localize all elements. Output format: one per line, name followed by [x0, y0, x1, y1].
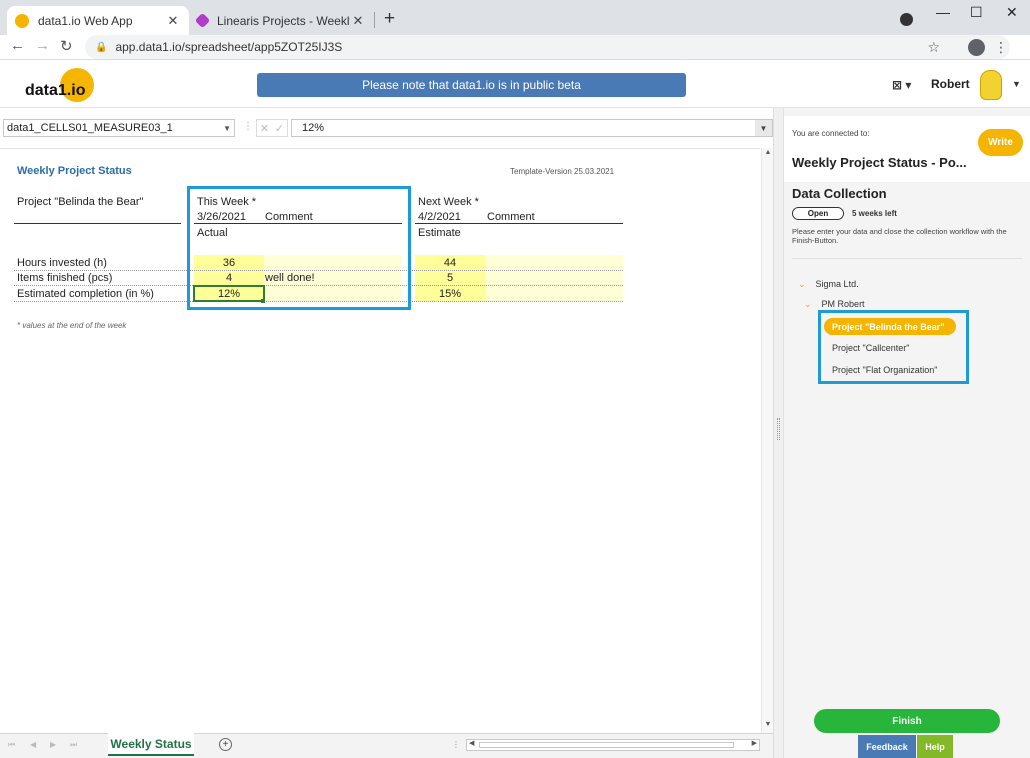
template-version[interactable]: Template-Version 25.03.2021 [510, 167, 614, 176]
browser-tab-linearis[interactable]: Linearis Projects - Weekly Project ✕ [189, 6, 374, 35]
first-sheet-icon[interactable]: ⏮ [8, 740, 15, 750]
drag-handle-icon: ⋮ [243, 121, 253, 132]
beta-notice-banner: Please note that data1.io is in public b… [257, 73, 686, 97]
next-week-date[interactable]: 4/2/2021 [418, 211, 461, 223]
horizontal-scrollbar[interactable]: ◀ ▶ [466, 739, 760, 751]
sheet-tab-bar: ⏮ ◀ ▶ ⏭ Weekly Status + ⋮ ◀ ▶ [0, 733, 773, 758]
name-box[interactable]: data1_CELLS01_MEASURE03_1 ▼ [3, 119, 235, 137]
underline [14, 223, 181, 224]
tree-node-label: Sigma Ltd. [815, 279, 859, 289]
user-avatar[interactable] [980, 70, 1002, 100]
splitter-grip-icon[interactable] [777, 418, 780, 440]
formula-input[interactable]: 12% ▼ [291, 119, 773, 137]
bookmark-star-icon[interactable]: ☆ [927, 39, 940, 56]
linearis-favicon-icon [194, 12, 211, 29]
scroll-right-icon[interactable]: ▶ [752, 739, 757, 747]
row-label-items[interactable]: Items finished (pcs) [17, 272, 112, 284]
close-tab-icon[interactable]: ✕ [165, 13, 181, 29]
forward-arrow-icon[interactable]: → [35, 37, 50, 54]
new-tab-button[interactable]: + [384, 8, 395, 30]
chevron-down-icon[interactable]: ▼ [223, 124, 231, 133]
address-bar: ← → ↻ 🔒 app.data1.io/spreadsheet/app5ZOT… [0, 35, 1030, 60]
spreadsheet-grid[interactable]: Weekly Project Status Template-Version 2… [0, 148, 760, 733]
tab-separator [374, 12, 375, 28]
next-week-comment-header[interactable]: Comment [487, 211, 535, 223]
connection-card: You are connected to: Weekly Project Sta… [784, 116, 1030, 182]
name-box-value: data1_CELLS01_MEASURE03_1 [7, 122, 173, 134]
check-icon[interactable]: ✓ [275, 122, 284, 135]
back-arrow-icon[interactable]: ← [10, 37, 25, 54]
lock-icon: 🔒 [95, 41, 108, 53]
next-week-header[interactable]: Next Week * [418, 196, 479, 208]
estimate-completion-cell[interactable]: 15% [415, 288, 485, 300]
maximize-button[interactable]: ☐ [970, 4, 983, 21]
chevron-down-icon[interactable]: ⌄ [804, 299, 812, 309]
tree-node-org[interactable]: ⌄ Sigma Ltd. [798, 279, 859, 290]
footnote[interactable]: * values at the end of the week [17, 321, 126, 330]
reload-icon[interactable]: ↻ [60, 37, 73, 55]
scroll-down-icon[interactable]: ▼ [763, 721, 773, 731]
app-header: data1.io Please note that data1.io is in… [0, 60, 1030, 108]
url-text: app.data1.io/spreadsheet/app5ZOT25IJ3S [115, 40, 343, 54]
write-button[interactable]: Write [978, 129, 1023, 156]
expand-formula-icon[interactable]: ▼ [755, 120, 772, 136]
formula-bar: data1_CELLS01_MEASURE03_1 ▼ ⋮ ✕ ✓ 12% ▼ [0, 118, 773, 140]
browser-tab-title: Linearis Projects - Weekly Project [217, 13, 350, 28]
sheet-tab-weekly-status[interactable]: Weekly Status [108, 733, 194, 756]
add-sheet-icon[interactable]: + [219, 738, 232, 751]
estimate-hours-cell[interactable]: 44 [415, 257, 485, 269]
browser-tab-data1[interactable]: data1.io Web App ✕ [7, 6, 189, 35]
highlight-box [187, 186, 411, 310]
row-label-completion[interactable]: Estimated completion (in %) [17, 288, 154, 300]
excel-export-icon[interactable]: ⊠ ▾ [892, 78, 911, 92]
divider [792, 258, 1023, 259]
feedback-button[interactable]: Feedback [858, 735, 916, 758]
formula-confirm-buttons[interactable]: ✕ ✓ [256, 119, 288, 137]
sheet-title[interactable]: Weekly Project Status [17, 165, 132, 177]
drag-handle-icon: ⋮ [452, 740, 460, 749]
account-icon[interactable] [968, 38, 985, 56]
panel-splitter[interactable] [773, 108, 783, 758]
help-button[interactable]: Help [917, 735, 953, 758]
user-name[interactable]: Robert [931, 77, 970, 91]
scrollbar-thumb[interactable] [479, 742, 734, 748]
connected-label: You are connected to: [792, 129, 870, 138]
cancel-icon[interactable]: ✕ [260, 122, 269, 135]
weeks-left: 5 weeks left [852, 209, 897, 218]
chevron-down-icon[interactable]: ▼ [1012, 79, 1021, 89]
minimize-button[interactable]: — [936, 4, 950, 20]
connected-title: Weekly Project Status - Po... [792, 155, 967, 170]
tree-node-label: PM Robert [821, 299, 865, 309]
next-sheet-icon[interactable]: ▶ [50, 740, 56, 749]
browser-tab-title: data1.io Web App [38, 13, 133, 28]
last-sheet-icon[interactable]: ⏭ [70, 740, 77, 750]
chevron-down-icon[interactable]: ⌄ [798, 279, 806, 289]
prev-sheet-icon[interactable]: ◀ [30, 740, 36, 749]
estimate-items-cell[interactable]: 5 [415, 272, 485, 284]
project-label[interactable]: Project "Belinda the Bear" [17, 196, 143, 208]
next-week-type[interactable]: Estimate [418, 227, 461, 239]
underline [415, 223, 623, 224]
close-tab-icon[interactable]: ✕ [350, 13, 366, 29]
browser-menu-icon[interactable]: ⋮ [994, 39, 1008, 56]
highlight-box [818, 310, 969, 384]
data-collection-title: Data Collection [792, 186, 887, 201]
finish-button[interactable]: Finish [814, 709, 1000, 733]
estimate-comment-area [485, 255, 623, 301]
scroll-up-icon[interactable]: ▲ [763, 149, 773, 159]
formula-value: 12% [302, 122, 325, 134]
app-logo[interactable]: data1.io [25, 82, 85, 100]
row-label-hours[interactable]: Hours invested (h) [17, 257, 107, 269]
media-indicator-icon[interactable] [900, 13, 913, 26]
tree-node-manager[interactable]: ⌄ PM Robert [804, 299, 865, 310]
status-badge: Open [792, 207, 844, 220]
browser-tab-bar: data1.io Web App ✕ Linearis Projects - W… [0, 0, 1030, 35]
scroll-left-icon[interactable]: ◀ [469, 739, 474, 747]
data1-favicon-icon [15, 13, 29, 28]
url-field[interactable]: 🔒 app.data1.io/spreadsheet/app5ZOT25IJ3S… [85, 35, 1010, 59]
close-window-button[interactable]: ✕ [1006, 4, 1018, 21]
vertical-scrollbar[interactable]: ▲ ▼ [761, 148, 773, 733]
side-panel: You are connected to: Weekly Project Sta… [783, 108, 1030, 758]
data-collection-description: Please enter your data and close the col… [792, 227, 1007, 245]
